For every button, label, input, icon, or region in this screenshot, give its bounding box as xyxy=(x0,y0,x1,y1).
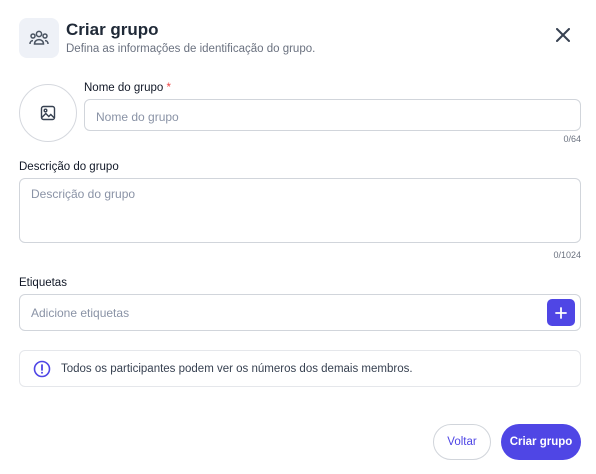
close-icon xyxy=(556,28,570,42)
info-text: Todos os participantes podem ver os núme… xyxy=(61,362,413,375)
tags-input[interactable] xyxy=(31,306,531,320)
group-description-field-wrapper xyxy=(19,178,581,243)
tags-field-wrapper xyxy=(19,294,581,331)
dialog-subtitle: Defina as informações de identificação d… xyxy=(66,43,316,55)
group-name-label-text: Nome do grupo xyxy=(84,82,164,94)
back-button[interactable]: Voltar xyxy=(433,424,491,460)
group-image-upload[interactable] xyxy=(19,84,77,142)
group-name-field-wrapper xyxy=(84,99,581,131)
image-icon xyxy=(40,105,56,121)
add-tag-button[interactable] xyxy=(547,299,575,326)
dialog-title: Criar grupo xyxy=(66,20,159,39)
required-mark: * xyxy=(166,82,171,94)
group-name-counter: 0/64 xyxy=(563,134,581,144)
tags-label: Etiquetas xyxy=(19,277,67,289)
group-description-label: Descrição do grupo xyxy=(19,161,119,173)
plus-icon xyxy=(555,306,567,319)
group-name-input[interactable] xyxy=(96,110,569,124)
close-button[interactable] xyxy=(552,24,574,46)
group-name-label: Nome do grupo * xyxy=(84,82,171,94)
group-description-counter: 0/1024 xyxy=(553,250,581,260)
create-group-button[interactable]: Criar grupo xyxy=(501,424,581,460)
group-description-input[interactable] xyxy=(31,187,569,233)
group-icon xyxy=(29,30,49,45)
header-group-icon xyxy=(19,18,59,58)
info-notice: Todos os participantes podem ver os núme… xyxy=(19,350,581,387)
info-icon xyxy=(33,360,51,377)
